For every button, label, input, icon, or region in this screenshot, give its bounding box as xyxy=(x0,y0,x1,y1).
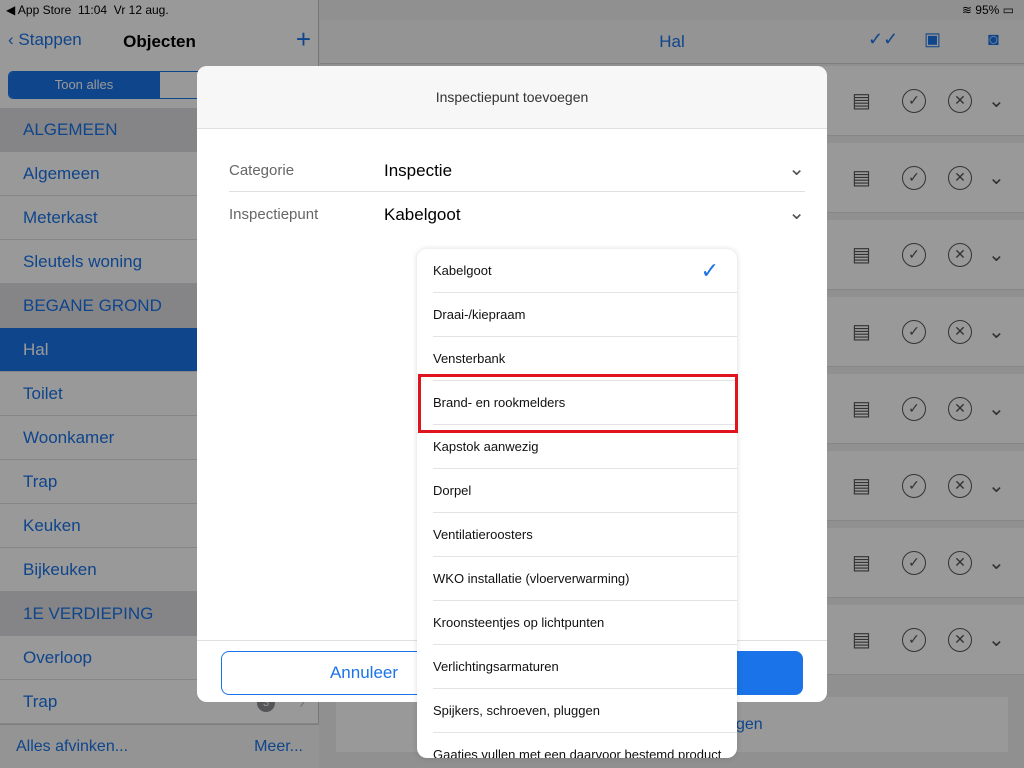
dropdown-option[interactable]: Verlichtingsarmaturen xyxy=(417,645,737,689)
option-label: Gaatjes vullen met een daarvoor bestemd … xyxy=(433,747,722,758)
inspection-point-field[interactable]: Inspectiepunt Kabelgoot ⌄ xyxy=(229,192,805,236)
category-field[interactable]: Categorie Inspectie ⌄ xyxy=(229,148,805,192)
option-label: Kabelgoot xyxy=(433,263,492,278)
category-value: Inspectie xyxy=(384,161,453,180)
back-to-app-icon: ◀ xyxy=(6,3,16,17)
status-left: ◀ App Store 11:04 Vr 12 aug. xyxy=(6,3,169,17)
option-label: Ventilatieroosters xyxy=(433,527,533,542)
option-label: Draai-/kiepraam xyxy=(433,307,526,322)
inspection-point-label: Inspectiepunt xyxy=(229,206,319,223)
option-label: Verlichtingsarmaturen xyxy=(433,659,559,674)
status-bar: ◀ App Store 11:04 Vr 12 aug. ≋ 95% ▭ xyxy=(0,0,1024,20)
chevron-down-icon: ⌄ xyxy=(788,158,805,180)
inspection-point-dropdown: Kabelgoot ✓ Draai-/kiepraam Vensterbank Bran… xyxy=(417,249,737,758)
wifi-icon: ≋ xyxy=(961,3,972,17)
modal-title: Inspectiepunt toevoegen xyxy=(197,66,827,129)
highlighted-option-outline xyxy=(418,374,738,433)
dropdown-option[interactable]: Kabelgoot ✓ xyxy=(417,249,737,293)
popover-arrow xyxy=(568,235,588,249)
battery-icon: ▭ xyxy=(1002,3,1014,17)
dropdown-option[interactable]: Spijkers, schroeven, pluggen xyxy=(417,689,737,733)
option-label: WKO installatie (vloerverwarming) xyxy=(433,571,630,586)
status-right: ≋ 95% ▭ xyxy=(961,3,1014,17)
category-label: Categorie xyxy=(229,162,295,179)
option-label: Kapstok aanwezig xyxy=(433,439,539,454)
dropdown-option[interactable]: Kroonsteentjes op lichtpunten xyxy=(417,601,737,645)
option-label: Dorpel xyxy=(433,483,472,498)
inspection-point-value: Kabelgoot xyxy=(384,205,461,224)
dropdown-option[interactable]: Draai-/kiepraam xyxy=(417,293,737,337)
dropdown-option[interactable]: Ventilatieroosters xyxy=(417,513,737,557)
checkmark-icon: ✓ xyxy=(700,258,719,283)
dropdown-option[interactable]: Dorpel xyxy=(417,469,737,513)
dropdown-option[interactable]: Gaatjes vullen met een daarvoor bestemd … xyxy=(417,733,737,758)
chevron-down-icon: ⌄ xyxy=(788,202,805,224)
option-label: Kroonsteentjes op lichtpunten xyxy=(433,615,605,630)
option-label: Vensterbank xyxy=(433,351,506,366)
dropdown-option[interactable]: WKO installatie (vloerverwarming) xyxy=(417,557,737,601)
option-label: Spijkers, schroeven, pluggen xyxy=(433,703,600,718)
